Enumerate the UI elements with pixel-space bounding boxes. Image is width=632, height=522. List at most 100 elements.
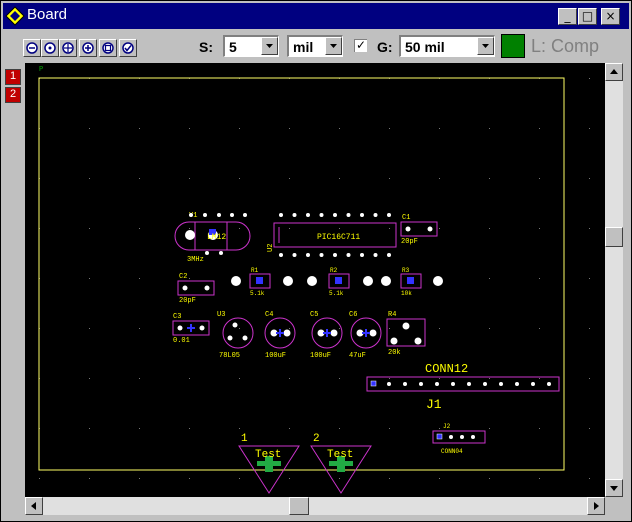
grid-dot	[589, 328, 590, 329]
grid-dot	[139, 128, 140, 129]
chevron-down-icon[interactable]	[477, 37, 494, 55]
zoom-out-button[interactable]	[23, 39, 41, 57]
zoom-check-icon	[122, 42, 134, 54]
j1-pin	[483, 382, 487, 386]
vertical-scroll-thumb[interactable]	[605, 227, 623, 247]
layer-1-button[interactable]: 1	[5, 69, 21, 85]
grid-dot	[539, 178, 540, 179]
grid-select[interactable]: 50 mil	[399, 35, 495, 57]
via-pad	[433, 276, 443, 286]
r4-ref: R4	[388, 311, 396, 319]
grid-label: G:	[377, 39, 393, 55]
grid-dot	[289, 378, 290, 379]
j2-value: CONN04	[441, 448, 463, 455]
u3-pad	[232, 322, 238, 328]
component-c3[interactable]: C3 0.01	[172, 313, 210, 345]
layer-display[interactable]: L: Comp	[529, 31, 601, 61]
grid-value: 50 mil	[405, 39, 445, 55]
u2-pin	[387, 253, 391, 257]
board-window: Board _ □ × S: 5 mil ✓ G: 50 mil L: Comp…	[0, 0, 632, 522]
component-r4[interactable]: R4 20k	[386, 311, 426, 357]
scroll-left-button[interactable]	[25, 497, 43, 515]
j2-pin1-marker	[436, 433, 443, 440]
r3-marker	[407, 277, 414, 284]
tp2-number: 2	[313, 433, 320, 445]
grid-dot	[539, 128, 540, 129]
minimize-icon: _	[564, 9, 571, 23]
layer-2-button[interactable]: 2	[5, 87, 21, 103]
snap-value: 5	[229, 39, 237, 55]
grid-dot	[489, 178, 490, 179]
c3-value: 0.01	[173, 337, 190, 345]
scroll-down-button[interactable]	[605, 479, 623, 497]
component-c2[interactable]: C2 20pF	[177, 273, 215, 305]
component-r3[interactable]: R3 10k	[400, 267, 422, 297]
snap-select[interactable]: 5	[223, 35, 279, 57]
zoom-window-button[interactable]	[99, 39, 117, 57]
component-c5[interactable]: C5 100uF	[310, 311, 343, 360]
scroll-up-button[interactable]	[605, 63, 623, 81]
vertical-scrollbar[interactable]	[605, 63, 623, 497]
j1-ref: J1	[426, 397, 442, 412]
component-c1[interactable]: C1 20pF	[400, 214, 438, 246]
minimize-button[interactable]: _	[558, 8, 577, 25]
component-r1[interactable]: R1 5.1k	[249, 267, 271, 297]
component-c4[interactable]: C4 100uF	[264, 311, 296, 360]
grid-dot	[289, 428, 290, 429]
c2-ref: C2	[179, 273, 187, 281]
grid-dot	[589, 228, 590, 229]
test-point-2[interactable]: 2 Test	[310, 433, 372, 494]
grid-dot	[489, 428, 490, 429]
grid-dot	[489, 228, 490, 229]
component-j2[interactable]: J2 CONN04	[432, 423, 486, 455]
component-y1[interactable]: Y1 LM12 3MHz	[174, 212, 251, 264]
zoom-in-button[interactable]	[79, 39, 97, 57]
board-canvas[interactable]: P Y1 LM12 3MHz U2 PIC16C711 C1 20pF C2 2…	[25, 63, 605, 497]
zoom-check-button[interactable]	[119, 39, 137, 57]
via-pad	[381, 276, 391, 286]
grid-dot	[589, 178, 590, 179]
title-bar[interactable]: Board _ □ ×	[3, 3, 629, 29]
y1-pin	[243, 213, 247, 217]
test-point-1[interactable]: 1 Test	[238, 433, 300, 494]
zoom-extents-button[interactable]	[59, 39, 77, 57]
grid-dot	[539, 278, 540, 279]
tp1-number: 1	[241, 433, 248, 445]
component-r2[interactable]: R2 5.1k	[328, 267, 350, 297]
unit-select[interactable]: mil	[287, 35, 343, 57]
grid-dot	[339, 328, 340, 329]
maximize-button[interactable]: □	[578, 8, 597, 25]
c4-ref: C4	[265, 311, 273, 319]
chevron-down-icon[interactable]	[325, 37, 342, 55]
diamond-app-icon[interactable]	[5, 6, 25, 26]
conn12-label: CONN12	[425, 362, 468, 376]
j1-pin	[547, 382, 551, 386]
grid-checkbox[interactable]: ✓	[354, 39, 367, 52]
c6-value: 47uF	[349, 352, 366, 360]
y1-pin	[219, 251, 223, 255]
component-u3[interactable]: U3 78L05	[217, 311, 254, 360]
horizontal-scrollbar[interactable]	[25, 497, 605, 515]
component-j1[interactable]: CONN12 J1	[366, 362, 560, 412]
u2-pin	[387, 213, 391, 217]
grid-dot	[189, 228, 190, 229]
tp1-label: Test	[255, 449, 281, 461]
scroll-right-button[interactable]	[587, 497, 605, 515]
size-grip[interactable]	[605, 497, 623, 515]
grid-dot	[189, 478, 190, 479]
grid-dot	[439, 378, 440, 379]
component-u2[interactable]: U2 PIC16C711	[267, 213, 397, 257]
grid-dot	[489, 128, 490, 129]
horizontal-scroll-thumb[interactable]	[289, 497, 309, 515]
grid-dot	[589, 78, 590, 79]
chevron-down-icon[interactable]	[261, 37, 278, 55]
close-button[interactable]: ×	[601, 8, 620, 25]
zoom-out-icon	[26, 42, 38, 54]
grid-dot	[589, 428, 590, 429]
grid-dot	[339, 428, 340, 429]
layer-color-swatch[interactable]	[501, 34, 525, 58]
pcb-drawing: P Y1 LM12 3MHz U2 PIC16C711 C1 20pF C2 2…	[38, 66, 590, 494]
component-c6[interactable]: C6 47uF	[349, 311, 382, 360]
u2-pin	[333, 213, 337, 217]
zoom-center-button[interactable]	[41, 39, 59, 57]
